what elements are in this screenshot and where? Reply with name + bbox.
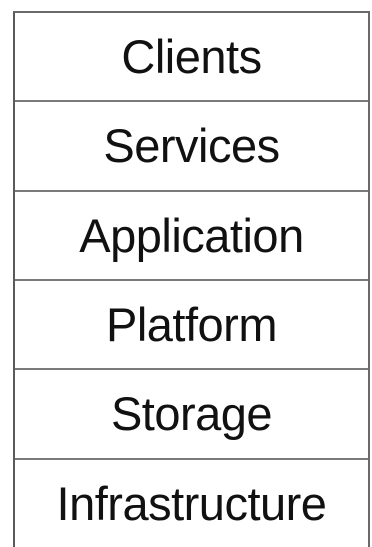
layer-application: Application: [15, 192, 368, 281]
layer-platform: Platform: [15, 281, 368, 371]
layer-label: Application: [79, 208, 304, 262]
layer-infrastructure: Infrastructure: [15, 460, 368, 547]
layer-label: Services: [103, 119, 280, 173]
layer-label: Platform: [106, 298, 278, 352]
layer-stack-diagram: Clients Services Application Platform St…: [13, 11, 370, 547]
layer-label: Storage: [110, 387, 273, 441]
layer-services: Services: [15, 102, 368, 192]
layer-storage: Storage: [15, 370, 368, 460]
layer-label: Infrastructure: [56, 476, 327, 530]
layer-label: Clients: [121, 30, 262, 84]
layer-clients: Clients: [15, 13, 368, 103]
